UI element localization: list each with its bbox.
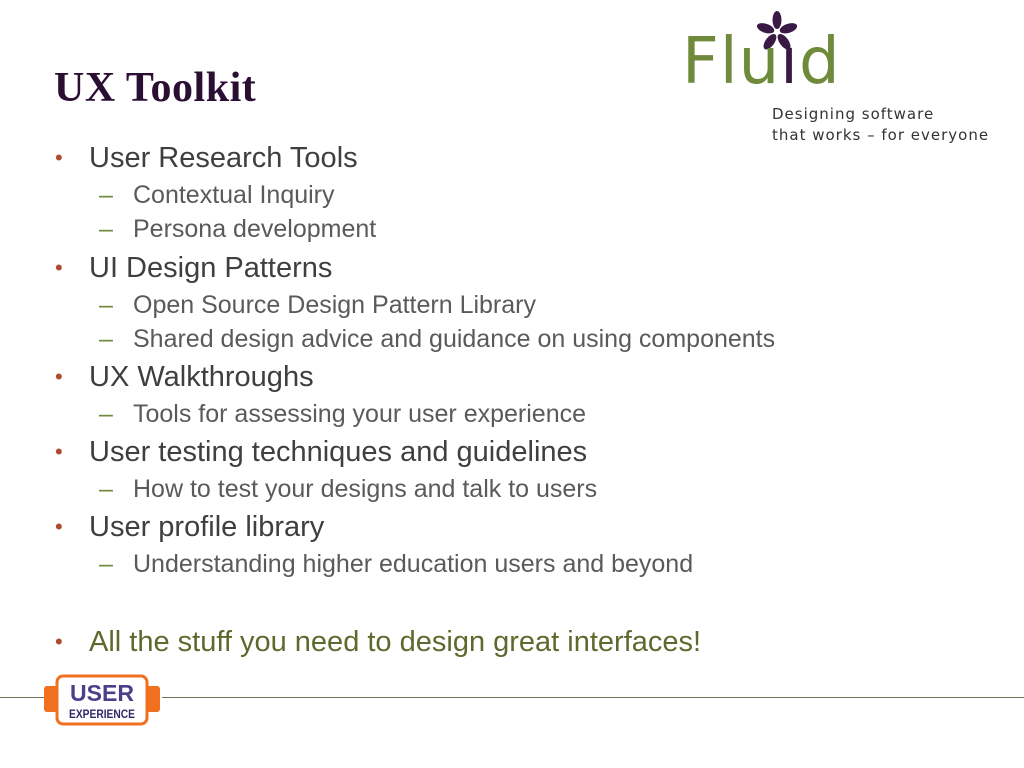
- bullet-item: • UX Walkthroughs: [55, 361, 314, 394]
- bullet-dot-icon: •: [55, 255, 63, 280]
- sub-bullet-item: – Tools for assessing your user experienc…: [99, 400, 587, 429]
- bullet-dot-icon: •: [55, 629, 63, 654]
- bullet-text: UI Design Patterns: [89, 252, 333, 284]
- dash-icon: –: [99, 400, 113, 428]
- dash-icon: –: [99, 475, 113, 503]
- sub-bullet-item: – Contextual Inquiry: [99, 181, 335, 210]
- sub-bullet-item: – Understanding higher education users an…: [99, 550, 694, 579]
- footer-rule-left: [0, 697, 44, 698]
- bullet-item: • User testing techniques and guidelines: [55, 436, 588, 469]
- bullet-item: • UI Design Patterns: [55, 252, 333, 285]
- badge-line-2: EXPERIENCE: [69, 707, 135, 721]
- bullet-dot-icon: •: [55, 439, 63, 464]
- sub-bullet-text: Open Source Design Pattern Library: [133, 291, 536, 319]
- bullet-list: • User Research Tools – Contextual Inquiry…: [0, 0, 1024, 768]
- bullet-dot-icon: •: [55, 145, 63, 170]
- dash-icon: –: [99, 215, 113, 243]
- bullet-item: • User profile library: [55, 511, 325, 544]
- sub-bullet-item: – Persona development: [99, 215, 377, 244]
- bullet-text: User profile library: [89, 511, 325, 543]
- sub-bullet-text: How to test your designs and talk to use…: [133, 475, 598, 503]
- bullet-item: • User Research Tools: [55, 142, 358, 175]
- badge-line-1: USER: [70, 680, 134, 706]
- sub-bullet-text: Tools for assessing your user experience: [133, 400, 587, 428]
- sub-bullet-item: – Shared design advice and guidance on us…: [99, 325, 776, 354]
- dash-icon: –: [99, 325, 113, 353]
- bullet-item-highlight: • All the stuff you need to design great …: [55, 626, 702, 659]
- sub-bullet-text: Shared design advice and guidance on usi…: [133, 325, 776, 353]
- bullet-text: UX Walkthroughs: [89, 361, 314, 393]
- dash-icon: –: [99, 291, 113, 319]
- sub-bullet-text: Understanding higher education users and…: [133, 550, 694, 578]
- bullet-dot-icon: •: [55, 364, 63, 389]
- bullet-dot-icon: •: [55, 514, 63, 539]
- bullet-text: User testing techniques and guidelines: [89, 436, 588, 468]
- bullet-text: User Research Tools: [89, 142, 358, 174]
- sub-bullet-text: Persona development: [133, 215, 377, 243]
- dash-icon: –: [99, 550, 113, 578]
- sub-bullet-item: – How to test your designs and talk to us…: [99, 475, 598, 504]
- sub-bullet-item: – Open Source Design Pattern Library: [99, 291, 536, 320]
- user-experience-badge-icon: USER EXPERIENCE: [44, 674, 160, 726]
- sub-bullet-text: Contextual Inquiry: [133, 181, 335, 209]
- bullet-text: All the stuff you need to design great i…: [89, 626, 702, 658]
- dash-icon: –: [99, 181, 113, 209]
- footer-rule-right: [162, 697, 1024, 698]
